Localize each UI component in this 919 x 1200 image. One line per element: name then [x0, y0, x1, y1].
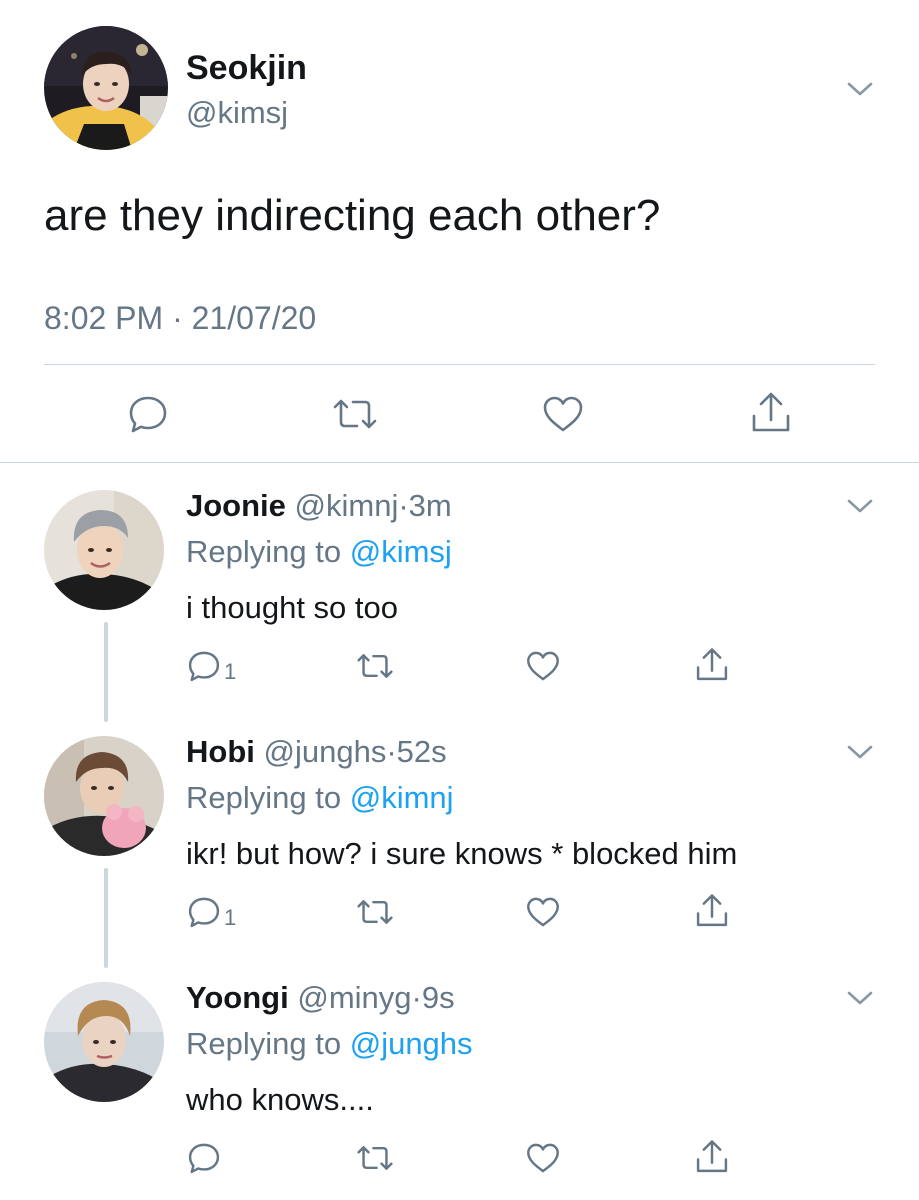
share-button[interactable] — [694, 646, 730, 684]
retweet-button[interactable] — [355, 1140, 395, 1176]
chevron-down-icon — [847, 745, 873, 759]
replying-to: Replying to @kimnj — [186, 778, 454, 818]
mention-link[interactable]: @kimnj — [350, 780, 454, 815]
retweet-button[interactable] — [355, 894, 395, 930]
tweet-text: are they indirecting each other? — [44, 191, 661, 240]
like-button[interactable] — [525, 648, 561, 684]
like-button[interactable] — [541, 392, 585, 436]
username[interactable]: @junghs — [264, 734, 387, 769]
reply-header: Hobi @junghs·52s — [186, 732, 447, 772]
divider — [0, 462, 919, 463]
more-options-button[interactable] — [846, 497, 874, 515]
display-name[interactable]: Seokjin — [186, 48, 307, 88]
reply-text: who knows.... — [186, 1082, 374, 1117]
heart-icon — [527, 1143, 559, 1173]
chevron-down-icon — [847, 499, 873, 513]
display-name[interactable]: Joonie — [186, 488, 286, 523]
replying-to-label: Replying to — [186, 1026, 350, 1061]
retweet-icon — [357, 654, 393, 678]
more-options-button[interactable] — [846, 743, 874, 761]
reply-text: ikr! but how? i sure knows * blocked him — [186, 836, 738, 871]
share-icon — [752, 392, 790, 432]
mention-link[interactable]: @kimsj — [350, 534, 452, 569]
separator: · — [398, 488, 409, 523]
share-icon — [696, 894, 728, 927]
display-name[interactable]: Yoongi — [186, 980, 289, 1015]
reply-count: 1 — [224, 659, 237, 684]
share-icon — [696, 1140, 728, 1173]
reply-header: Yoongi @minyg·9s — [186, 978, 455, 1018]
thread-line — [104, 868, 108, 968]
replying-to-label: Replying to — [186, 534, 350, 569]
share-button[interactable] — [749, 390, 793, 436]
share-button[interactable] — [694, 892, 730, 930]
retweet-icon — [357, 900, 393, 924]
heart-icon — [527, 651, 559, 681]
reply-text: i thought so too — [186, 590, 398, 625]
username[interactable]: @kimsj — [186, 94, 288, 132]
reply-icon — [129, 396, 167, 433]
display-name[interactable]: Hobi — [186, 734, 255, 769]
reply-button[interactable]: 1 — [186, 894, 236, 930]
reply-header: Joonie @kimnj·3m — [186, 486, 452, 526]
share-icon — [696, 648, 728, 681]
more-options-button[interactable] — [846, 80, 874, 98]
reply-icon — [188, 651, 220, 682]
chevron-down-icon — [847, 991, 873, 1005]
reply-icon — [188, 1143, 220, 1174]
username[interactable]: @kimnj — [295, 488, 399, 523]
reply-button[interactable] — [186, 1140, 224, 1176]
username[interactable]: @minyg — [297, 980, 411, 1015]
mention-link[interactable]: @junghs — [350, 1026, 473, 1061]
retweet-icon — [357, 1146, 393, 1170]
separator: · — [386, 734, 397, 769]
retweet-button[interactable] — [331, 392, 379, 436]
reply-icon — [188, 897, 220, 928]
replying-to-label: Replying to — [186, 780, 350, 815]
divider — [44, 364, 875, 365]
avatar[interactable] — [44, 982, 164, 1102]
retweet-icon — [333, 399, 377, 429]
avatar[interactable] — [44, 490, 164, 610]
like-button[interactable] — [525, 894, 561, 930]
like-button[interactable] — [525, 1140, 561, 1176]
reply-button[interactable] — [126, 392, 170, 436]
reply-age[interactable]: 9s — [422, 980, 455, 1015]
reply-age[interactable]: 52s — [397, 734, 447, 769]
thread-line — [104, 622, 108, 722]
tweet-timestamp[interactable]: 8:02 PM · 21/07/20 — [44, 296, 316, 340]
replying-to: Replying to @kimsj — [186, 532, 452, 572]
separator: · — [411, 980, 422, 1015]
avatar[interactable] — [44, 736, 164, 856]
heart-icon — [527, 897, 559, 927]
share-button[interactable] — [694, 1138, 730, 1176]
more-options-button[interactable] — [846, 989, 874, 1007]
reply-count: 1 — [224, 905, 237, 930]
avatar[interactable] — [44, 26, 168, 150]
retweet-button[interactable] — [355, 648, 395, 684]
reply-button[interactable]: 1 — [186, 648, 236, 684]
reply-age[interactable]: 3m — [409, 488, 452, 523]
replying-to: Replying to @junghs — [186, 1024, 473, 1064]
heart-icon — [543, 396, 583, 432]
chevron-down-icon — [847, 82, 873, 96]
